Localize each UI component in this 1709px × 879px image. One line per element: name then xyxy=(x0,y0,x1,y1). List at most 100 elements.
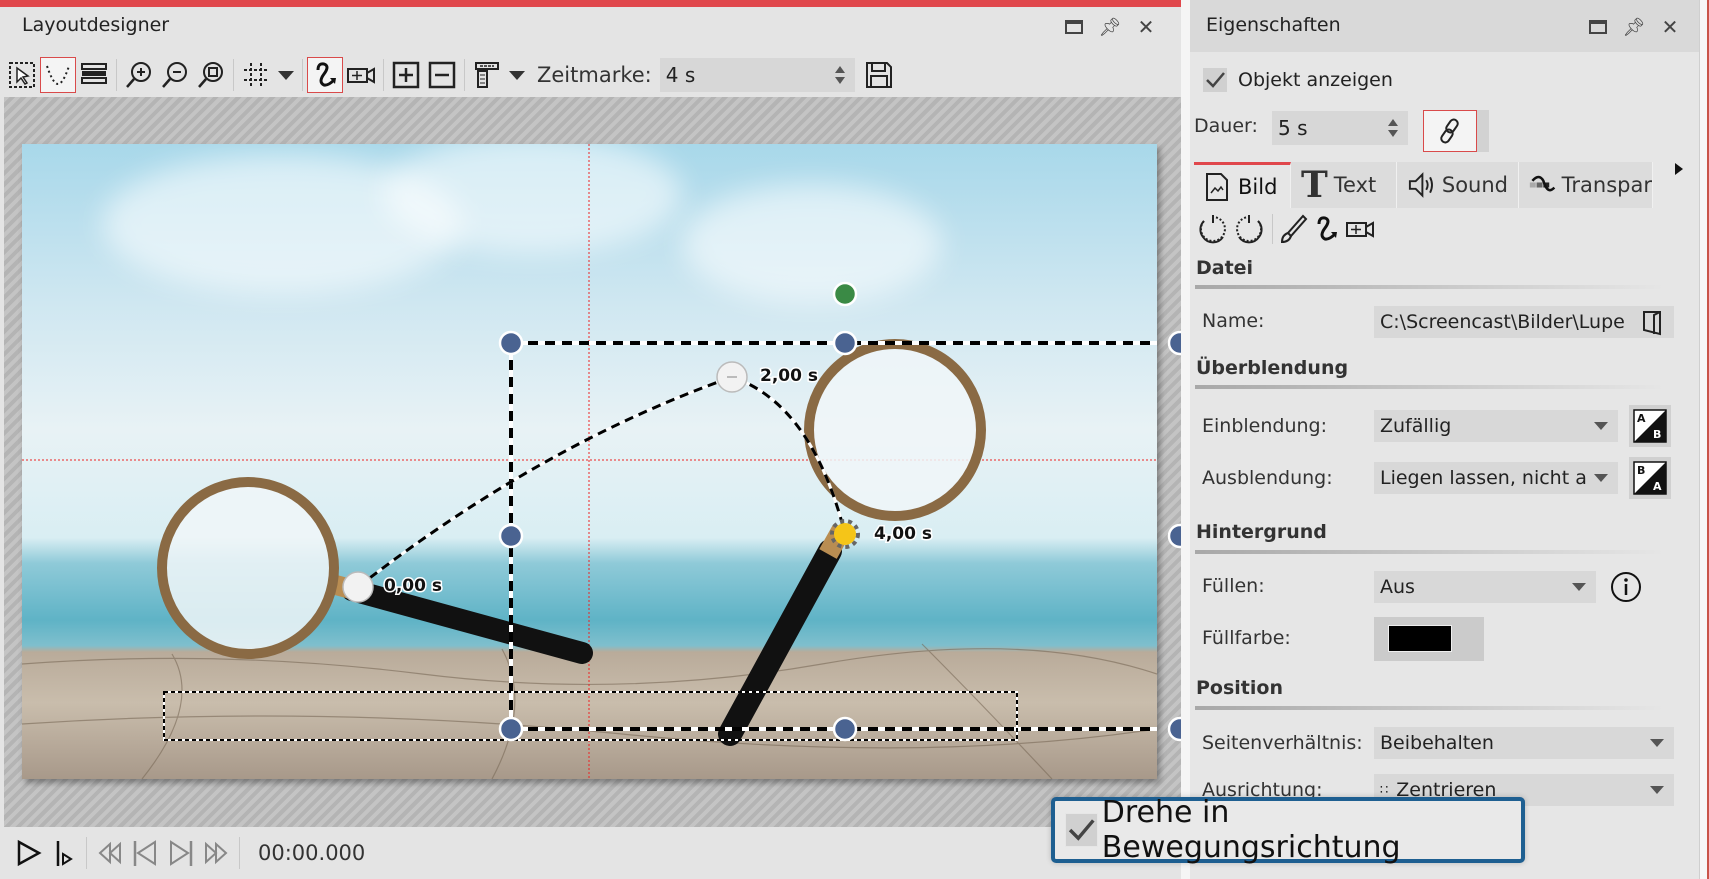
fade-out-select[interactable]: Liegen lassen, nicht a xyxy=(1374,462,1618,494)
resize-handle-top-right[interactable] xyxy=(1167,330,1181,356)
resize-handle-bottom-left[interactable] xyxy=(498,716,524,742)
file-name-field[interactable]: C:\Screencast\Bilder\Lupe xyxy=(1374,306,1674,338)
chevron-down-icon xyxy=(1594,422,1608,430)
tab-bild-label: Bild xyxy=(1238,174,1278,199)
previous-frame-icon xyxy=(133,840,156,866)
motion-path-button[interactable] xyxy=(307,57,343,93)
play-button[interactable] xyxy=(10,835,46,871)
rotate-in-motion-direction-checkbox[interactable] xyxy=(1065,813,1098,847)
aspect-ratio-select[interactable]: Beibehalten xyxy=(1374,727,1674,759)
zoom-out-button[interactable] xyxy=(157,57,193,93)
slide-canvas[interactable]: 0,00 s 2,00 s 4,00 s xyxy=(22,144,1157,779)
fade-in-select[interactable]: Zufällig xyxy=(1374,410,1618,442)
rotate-right-icon[interactable] xyxy=(1232,212,1266,246)
layoutdesigner-window-controls: 📌︎ ✕ xyxy=(1063,15,1157,39)
magnifier-current-image[interactable] xyxy=(718,339,986,746)
fill-color-picker[interactable] xyxy=(1374,617,1484,661)
fade-in-label: Einblendung: xyxy=(1202,415,1328,437)
motion-path[interactable] xyxy=(357,375,847,589)
maximize-button[interactable] xyxy=(1063,16,1085,38)
remove-keyframe-button[interactable] xyxy=(424,57,460,93)
panel-splitter[interactable] xyxy=(1181,0,1190,879)
resize-handle-right[interactable] xyxy=(1167,523,1181,549)
motion-path-icon[interactable] xyxy=(1311,213,1341,245)
tab-sound[interactable]: Sound xyxy=(1397,162,1519,208)
zoom-in-button[interactable] xyxy=(121,57,157,93)
fade-in-preview-button[interactable]: AB xyxy=(1629,405,1671,447)
resize-handle-bottom[interactable] xyxy=(832,716,858,742)
resize-handle-left[interactable] xyxy=(498,523,524,549)
show-object-row: Objekt anzeigen xyxy=(1202,67,1393,93)
layers-tool-button[interactable] xyxy=(76,57,112,93)
save-button[interactable] xyxy=(861,57,897,93)
transparency-icon xyxy=(1529,175,1556,192)
maximize-button[interactable] xyxy=(1587,16,1609,38)
align-button[interactable] xyxy=(469,57,505,93)
rewind-button[interactable] xyxy=(91,835,127,871)
section-divider xyxy=(1195,550,1665,554)
fill-select[interactable]: Aus xyxy=(1374,571,1596,603)
next-frame-button[interactable] xyxy=(163,835,199,871)
resize-handle-top-left[interactable] xyxy=(498,330,524,356)
keyframe-marker-start[interactable] xyxy=(342,571,374,603)
play-from-marker-button[interactable] xyxy=(46,835,82,871)
close-icon: ✕ xyxy=(1137,15,1155,39)
pin-button[interactable]: 📌︎ xyxy=(1099,16,1122,38)
rotate-handle[interactable] xyxy=(832,281,858,307)
resize-handle-top[interactable] xyxy=(832,330,858,356)
close-button[interactable]: ✕ xyxy=(1659,15,1681,39)
grid-button[interactable] xyxy=(238,57,274,93)
zoom-fit-icon xyxy=(198,62,223,88)
grid-dropdown-arrow[interactable] xyxy=(278,70,294,80)
spin-arrows-icon[interactable] xyxy=(1386,116,1400,140)
camera-pan-button[interactable] xyxy=(343,57,379,93)
resize-handle-bottom-right[interactable] xyxy=(1167,716,1181,742)
align-dropdown-arrow[interactable] xyxy=(509,70,525,80)
brush-icon[interactable] xyxy=(1279,213,1309,245)
selection-tool-button[interactable] xyxy=(4,57,40,93)
canvas-overlay xyxy=(22,144,1157,779)
transition-ab-icon: AB xyxy=(1633,409,1667,443)
bild-tools-row xyxy=(1196,212,1377,246)
zoom-fit-button[interactable] xyxy=(193,57,229,93)
image-file-icon xyxy=(1206,172,1228,201)
rotate-in-motion-direction-callout[interactable]: Drehe in Bewegungsrichtung xyxy=(1051,795,1525,865)
camera-pan-icon[interactable] xyxy=(1343,214,1377,244)
tabs-scroll-right-arrow[interactable] xyxy=(1675,163,1683,175)
maximize-icon xyxy=(1065,20,1083,34)
tab-transparenz[interactable]: Transpar xyxy=(1519,162,1653,208)
fast-forward-button[interactable] xyxy=(199,835,235,871)
properties-scrollbar[interactable] xyxy=(1699,0,1709,879)
path-tool-button[interactable] xyxy=(40,57,76,93)
close-button[interactable]: ✕ xyxy=(1135,15,1157,39)
tab-bild[interactable]: Bild xyxy=(1194,162,1291,208)
link-dropdown[interactable] xyxy=(1477,110,1489,152)
section-heading-hintergrund: Hintergrund xyxy=(1196,521,1327,543)
tab-text[interactable]: T Text xyxy=(1291,162,1397,208)
timemark-spinbox[interactable]: 4 s xyxy=(659,58,855,92)
section-divider xyxy=(1195,285,1665,289)
duration-spinbox[interactable]: 5 s xyxy=(1272,111,1408,145)
svg-text:B: B xyxy=(1653,428,1661,441)
show-object-checkbox[interactable] xyxy=(1202,67,1228,93)
fade-out-label: Ausblendung: xyxy=(1202,467,1333,489)
properties-window-controls: 📌︎ ✕ xyxy=(1587,15,1681,39)
transition-ba-icon: BA xyxy=(1633,461,1667,495)
rotate-left-icon[interactable] xyxy=(1196,212,1230,246)
chevron-down-icon xyxy=(1572,583,1586,591)
pin-button[interactable]: 📌︎ xyxy=(1623,16,1646,38)
magnifier-start-image[interactable] xyxy=(157,477,593,664)
grid-icon xyxy=(244,63,268,87)
spin-arrows-icon[interactable] xyxy=(833,63,847,87)
play-from-marker-icon xyxy=(56,841,73,866)
selection-icon xyxy=(9,62,35,88)
open-file-icon[interactable] xyxy=(1642,310,1664,336)
layoutdesigner-title: Layoutdesigner xyxy=(22,14,170,36)
toolbar-separator xyxy=(233,59,234,91)
fill-label: Füllen: xyxy=(1202,575,1265,597)
add-keyframe-button[interactable] xyxy=(388,57,424,93)
info-icon[interactable] xyxy=(1610,571,1642,603)
link-button[interactable] xyxy=(1423,110,1477,152)
fade-out-preview-button[interactable]: BA xyxy=(1629,457,1671,499)
previous-frame-button[interactable] xyxy=(127,835,163,871)
